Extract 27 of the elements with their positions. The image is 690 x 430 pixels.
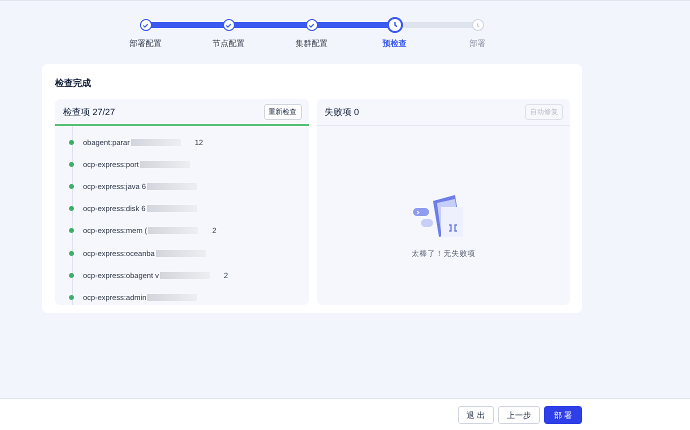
redacted-block [146, 205, 197, 212]
success-dot-icon [69, 162, 74, 167]
step-label: 部署配置 [130, 38, 162, 49]
success-dot-icon [69, 250, 74, 256]
success-dot-icon [69, 140, 74, 145]
redacted-block [160, 272, 210, 279]
redacted-block [146, 182, 197, 190]
card-title: 检查完成 [55, 77, 91, 90]
step-label: 部署 [470, 38, 486, 49]
redacted-block [147, 294, 198, 301]
redacted-block [156, 250, 206, 257]
success-dot-icon [69, 184, 74, 189]
previous-step-button[interactable]: 上一步 [498, 406, 540, 424]
step-label: 节点配置 [212, 38, 244, 49]
success-dot-icon [69, 206, 74, 212]
redacted-block [130, 138, 181, 146]
success-dot-icon [69, 272, 74, 278]
redacted-block [140, 160, 190, 168]
success-dot-icon [69, 228, 74, 234]
step-label: 预检查 [382, 38, 406, 49]
panel-title: 失败项 0 [324, 106, 360, 118]
exit-button[interactable]: 退 出 [458, 406, 494, 424]
step-label: 集群配置 [296, 38, 328, 49]
redacted-block [148, 227, 198, 234]
success-dot-icon [69, 294, 74, 300]
panel-title: 检查项 27/27 [63, 106, 116, 118]
deploy-button[interactable]: 部 署 [544, 406, 582, 424]
